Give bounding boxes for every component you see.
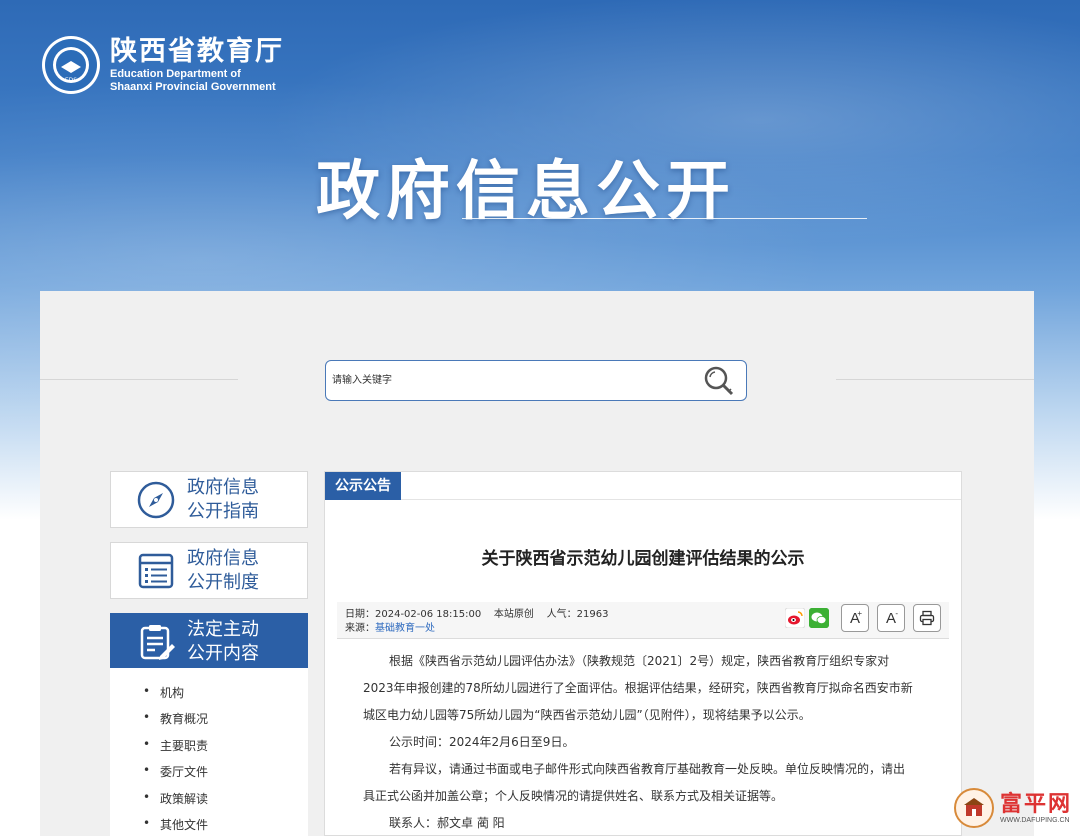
para-line-3: 城区电力幼儿园等75所幼儿园为“陕西省示范幼儿园”（见附件），现将结果予以公示。 (363, 708, 811, 722)
compass-icon (133, 477, 179, 523)
meta-source-link[interactable]: 基础教育一处 (375, 623, 435, 634)
sidebar-item-system[interactable]: 政府信息 公开制度 (110, 542, 308, 599)
search-input[interactable] (332, 361, 692, 400)
meta-source-label: 来源： (345, 623, 375, 634)
print-button[interactable] (913, 604, 941, 632)
sub-item-duties[interactable]: 主要职责 (143, 737, 208, 754)
para-line-7: 联系人：郝文卓 蔺 阳 (389, 816, 505, 830)
para-line-2: 2023年申报创建的78所幼儿园进行了全面评估。根据评估结果，经研究，陕西省教育… (363, 681, 913, 695)
tag-divider (401, 499, 961, 500)
font-smaller-button[interactable]: A- (877, 604, 905, 632)
list-icon (133, 548, 179, 594)
sidebar-label-2a: 政府信息 (187, 547, 259, 569)
sidebar-label-3b: 公开内容 (187, 642, 259, 664)
org-name-en-1: Education Department of (110, 68, 241, 80)
printer-icon (919, 610, 935, 626)
wechat-icon[interactable] (809, 608, 829, 628)
para-line-4: 公示时间：2024年2月6日至9日。 (389, 735, 575, 749)
sidebar-item-content[interactable]: 法定主动 公开内容 (110, 613, 308, 670)
sub-item-other[interactable]: 其他文件 (143, 816, 208, 833)
watermark: 富平网 WWW.DAFUPING.CN (953, 788, 1072, 828)
sub-item-documents[interactable]: 委厅文件 (143, 763, 208, 780)
sidebar-label-3a: 法定主动 (187, 618, 259, 640)
section-tag: 公示公告 (325, 472, 401, 500)
watermark-logo-icon (953, 788, 994, 828)
watermark-url: WWW.DAFUPING.CN (999, 816, 1070, 824)
site-logo[interactable]: EDS 陕西省教育厅 Education Department of Shaan… (42, 36, 284, 94)
font-smaller-sup: - (895, 609, 898, 618)
sub-item-overview[interactable]: 教育概况 (143, 710, 208, 727)
svg-text:EDS: EDS (65, 77, 77, 84)
para-line-1: 根据《陕西省示范幼儿园评估办法》（陕教规范〔2021〕2号）规定，陕西省教育厅组… (389, 654, 890, 668)
sidebar-label-1b: 公开指南 (187, 500, 259, 522)
font-larger-sup: + (857, 609, 862, 618)
document-edit-icon (133, 619, 179, 665)
watermark-text: 富平网 (999, 791, 1072, 817)
divider-right (836, 379, 1034, 380)
para-line-5: 若有异议，请通过书面或电子邮件形式向陕西省教育厅基础教育一处反映。单位反映情况的… (389, 762, 906, 776)
org-name-en-2: Shaanxi Provincial Government (110, 81, 276, 93)
sidebar-label-2b: 公开制度 (187, 571, 259, 593)
search-icon[interactable] (702, 365, 736, 397)
title-underline (462, 218, 867, 219)
org-name-cn: 陕西省教育厅 (110, 36, 284, 67)
article-tools: A + A- (781, 604, 941, 632)
sidebar-label-1a: 政府信息 (187, 476, 259, 498)
para-line-6: 具正式公函并加盖公章；个人反映情况的请提供姓名、联系方式及相关证据等。 (363, 789, 784, 803)
meta-date-line: 日期：2024-02-06 18:15:00 本站原创 人气：21963 (345, 609, 609, 620)
meta-divider (337, 638, 949, 639)
main-panel: 政府信息公开指南 政府信息公开制度 法定主动公开内容 (40, 291, 1034, 836)
article-title: 关于陕西省示范幼儿园创建评估结果的公示 (481, 549, 805, 569)
paragraph-1: 根据《陕西省示范幼儿园评估办法》（陕教规范〔2021〕2号）规定，陕西省教育厅组… (363, 648, 923, 837)
font-larger-button[interactable]: A + (841, 604, 869, 632)
search-bar (325, 360, 747, 401)
weibo-icon[interactable] (785, 608, 805, 628)
emblem-icon: EDS (42, 36, 100, 94)
sub-item-org[interactable]: 机构 (143, 684, 184, 701)
sidebar-sub-list: 机构 教育概况 主要职责 委厅文件 政策解读 其他文件 (110, 668, 308, 836)
sub-item-interpretation[interactable]: 政策解读 (143, 790, 208, 807)
meta-source-line: 来源：基础教育一处 (345, 619, 435, 634)
sidebar-item-guide[interactable]: 政府信息 公开指南 (110, 471, 308, 528)
divider-left (40, 379, 238, 380)
article-card: 公示公告 关于陕西省示范幼儿园创建评估结果的公示 日期：2024-02-06 1… (324, 471, 962, 836)
